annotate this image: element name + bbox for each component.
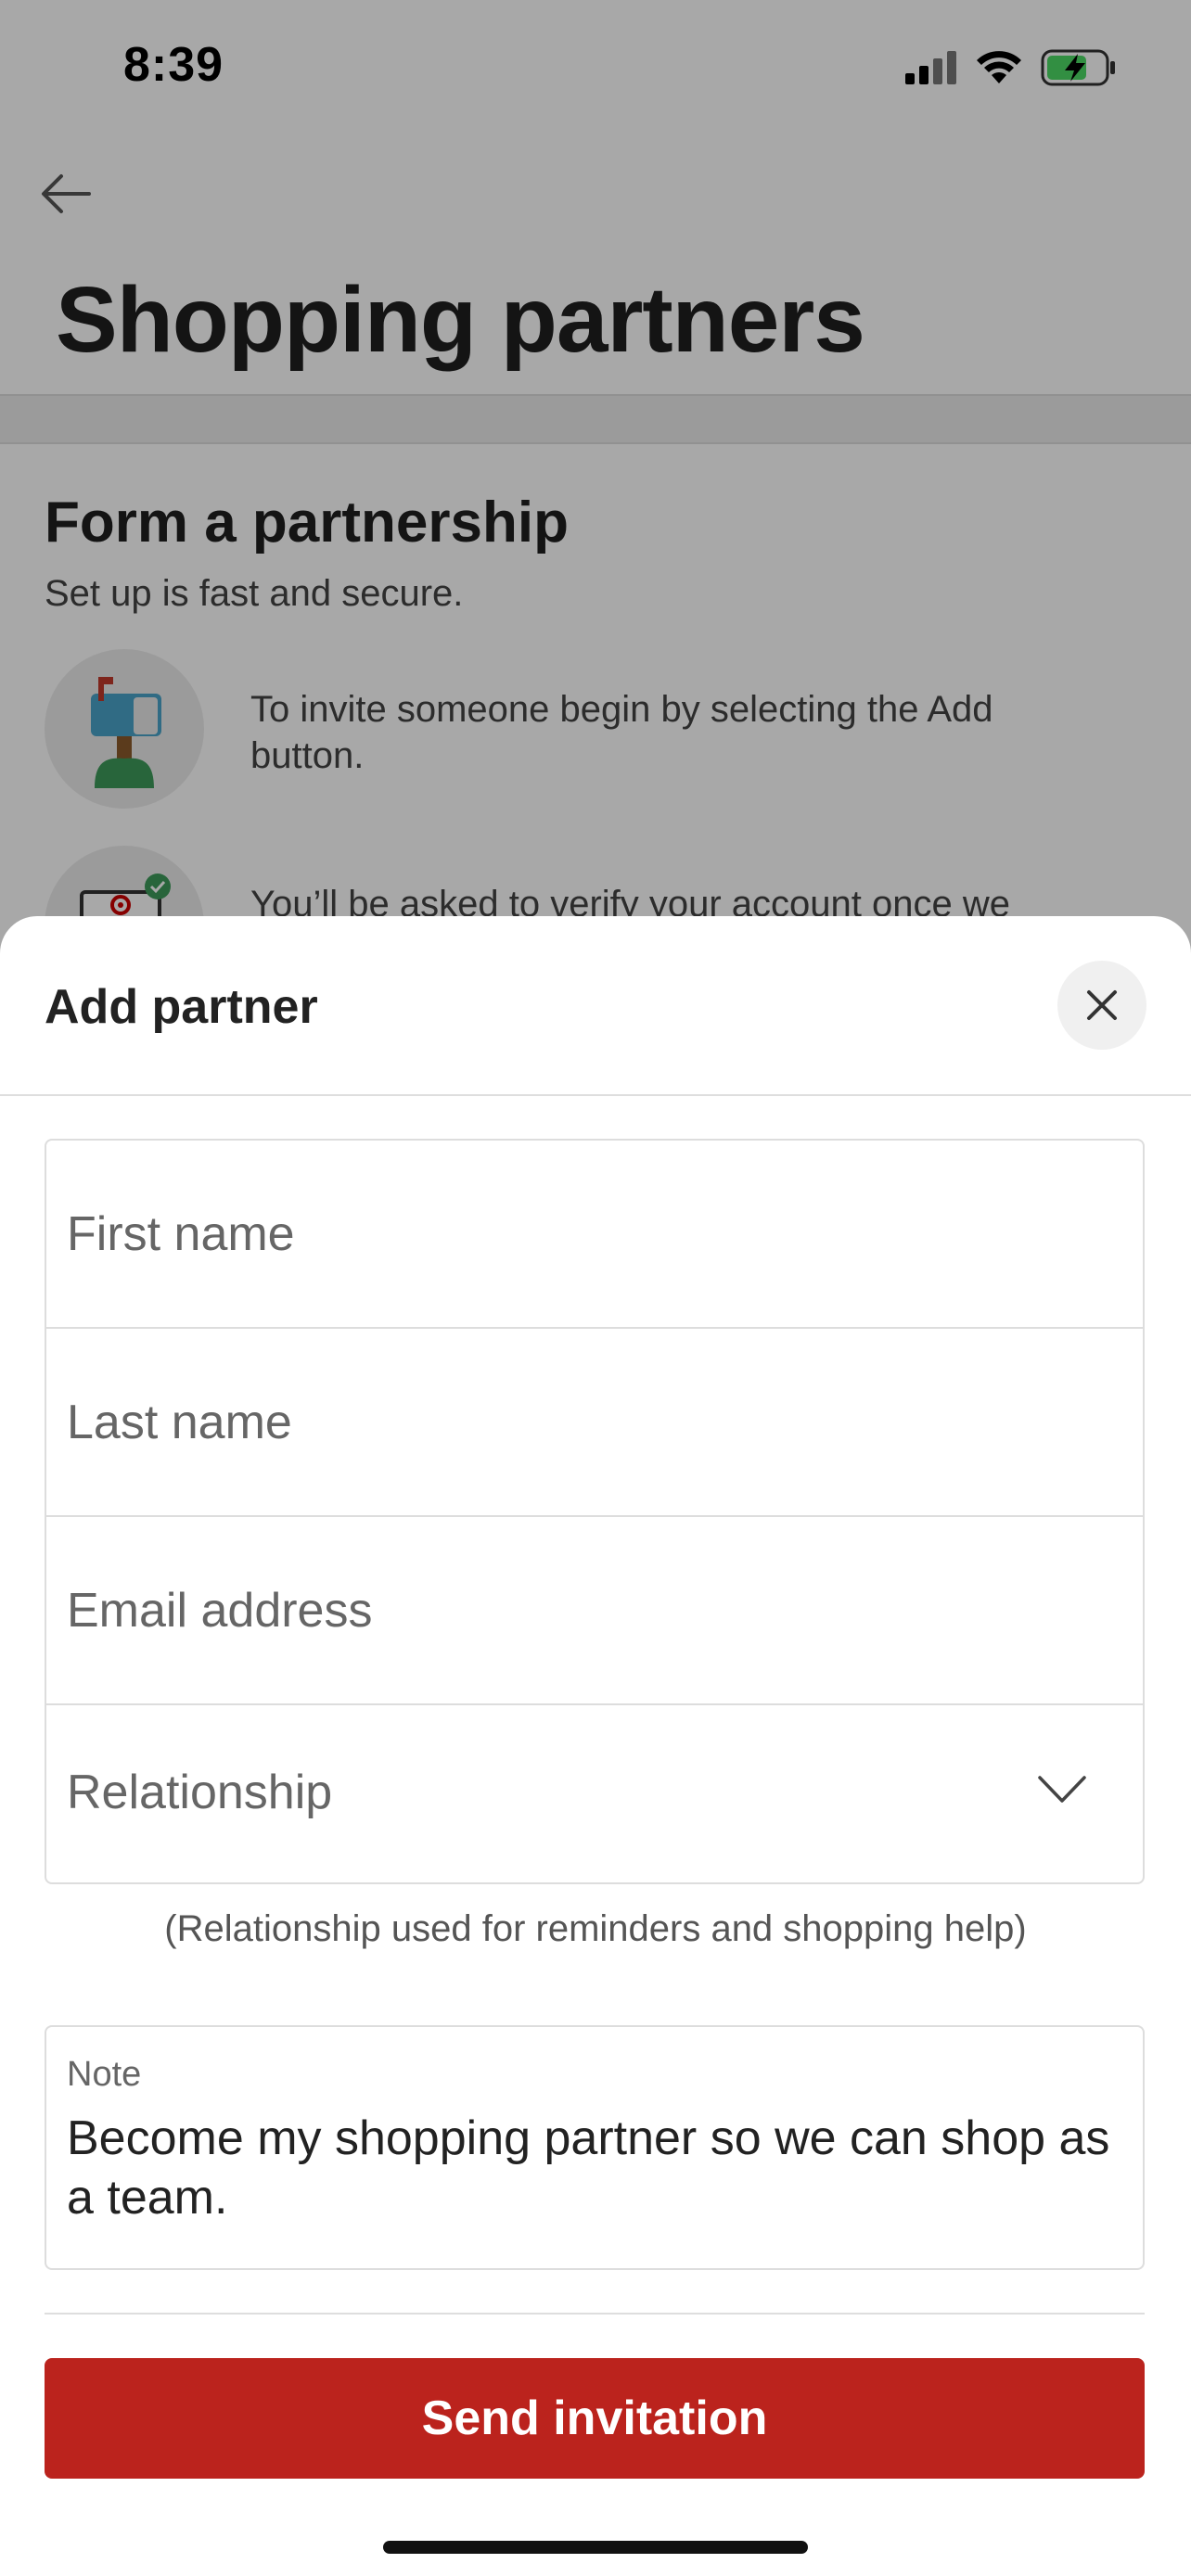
last-name-input[interactable] [46,1329,1143,1515]
note-label: Note [67,2055,142,2094]
relationship-helper-text: (Relationship used for reminders and sho… [164,1908,1027,1949]
sheet-title: Add partner [45,980,318,1034]
partner-form-fields: Relationship [45,1139,1145,1884]
chevron-down-icon [1038,1776,1086,1803]
close-button[interactable] [1057,961,1146,1050]
note-value[interactable]: Become my shopping partner so we can sho… [67,2109,1124,2227]
email-input[interactable] [46,1517,1143,1703]
home-indicator[interactable] [383,2541,808,2554]
sheet-header: Add partner [0,916,1191,1096]
relationship-label: Relationship [67,1766,333,1819]
first-name-input[interactable] [46,1141,1143,1327]
add-partner-sheet: Add partner Relationship (Relationship u… [0,916,1191,2576]
send-invitation-button[interactable]: Send invitation [45,2358,1145,2479]
footer-divider [45,2313,1145,2315]
note-field[interactable]: Note Become my shopping partner so we ca… [45,2025,1145,2270]
relationship-select[interactable]: Relationship [46,1705,1143,1882]
last-name-row [46,1329,1143,1517]
email-row [46,1517,1143,1705]
close-icon [1087,990,1117,1020]
first-name-row [46,1141,1143,1329]
